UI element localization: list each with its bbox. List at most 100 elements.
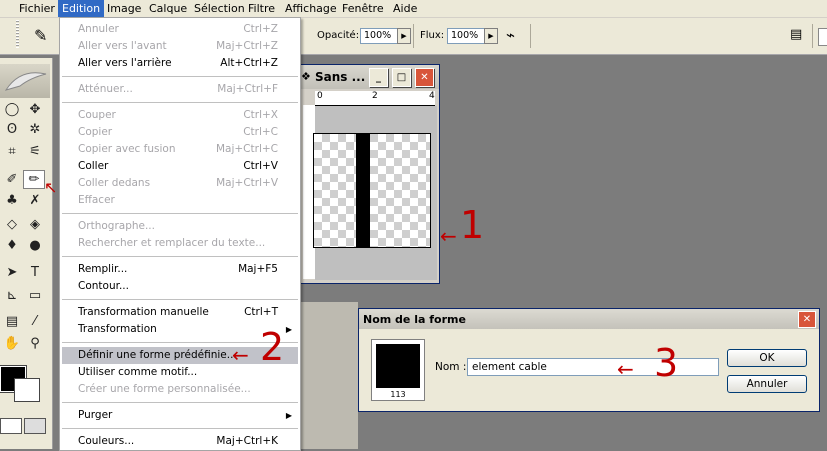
annotation-number-2: 2: [260, 325, 285, 369]
cancel-button[interactable]: Annuler: [727, 375, 807, 393]
eyedropper-icon[interactable]: ⁄: [24, 312, 46, 331]
menu-item-coller-dedans[interactable]: Coller dedans Maj+Ctrl+V: [62, 175, 298, 192]
magic-wand-icon[interactable]: ✲: [24, 120, 46, 139]
opacity-field[interactable]: 100%: [360, 28, 400, 44]
background-color-swatch[interactable]: [14, 378, 40, 402]
maximize-button[interactable]: □: [392, 68, 411, 87]
annotation-arrow-2: ←: [232, 343, 249, 367]
hand-tool-icon[interactable]: ✋: [1, 334, 23, 353]
menu-image[interactable]: Image: [103, 0, 145, 17]
brush-preset-icon[interactable]: ✎: [34, 26, 47, 45]
slice-tool-icon[interactable]: ⚟: [24, 142, 46, 161]
dodge-tool-icon[interactable]: ●: [24, 236, 46, 255]
menu-edition[interactable]: Edition: [58, 0, 105, 17]
annotation-number-3: 3: [654, 341, 679, 385]
opacity-arrow-button[interactable]: ▶: [397, 28, 411, 44]
shape-name-input[interactable]: element cable: [467, 358, 719, 376]
toolbar-grip[interactable]: [16, 20, 19, 48]
menu-separator: [62, 428, 298, 429]
flux-field[interactable]: 100%: [447, 28, 487, 44]
zoom-tool-icon[interactable]: ⚲: [24, 334, 46, 353]
paint-bucket-icon[interactable]: ◈: [24, 215, 46, 234]
palette-background: [298, 302, 358, 449]
ok-button[interactable]: OK: [727, 349, 807, 367]
menu-item-coller[interactable]: Coller Ctrl+V: [62, 158, 298, 175]
opacity-label: Opacité:: [317, 30, 360, 41]
shape-name-dialog: Nom de la forme ✕ 113 Nom : element cabl…: [358, 308, 820, 412]
submenu-arrow-icon: ▶: [285, 411, 292, 420]
menu-item-couper[interactable]: Couper Ctrl+X: [62, 107, 298, 124]
palette-well-icon[interactable]: ▤: [790, 27, 802, 42]
menu-fichier[interactable]: Fichier: [15, 0, 59, 17]
separator: [530, 24, 531, 48]
dialog-titlebar[interactable]: Nom de la forme ✕: [359, 309, 819, 329]
toolbox: ◯ ✥ ʘ ✲ ⌗ ⚟ ✐ ✏ ♣ ✗ ◇ ◈ ♦ ● ➤ T ⊾ ▭ ▤ ⁄ …: [0, 58, 53, 449]
menu-item-purger[interactable]: Purger ▶: [62, 407, 298, 424]
black-vertical-bar: [356, 134, 370, 247]
menu-calque[interactable]: Calque: [145, 0, 191, 17]
menu-affichage[interactable]: Affichage: [281, 0, 341, 17]
shape-size-number: 113: [390, 390, 406, 399]
flux-label: Flux:: [420, 30, 445, 41]
menu-item-creer-forme[interactable]: Créer une forme personnalisée...: [62, 381, 298, 398]
annotation-arrow-3: ←: [617, 357, 634, 381]
menu-item-orthographe[interactable]: Orthographe...: [62, 218, 298, 235]
shape-preview: [376, 344, 420, 388]
document-icon: ❖: [301, 70, 311, 83]
quickmask-mode-icon[interactable]: [24, 418, 46, 434]
menu-item-copier-fusion[interactable]: Copier avec fusion Maj+Ctrl+C: [62, 141, 298, 158]
stamp-tool-icon[interactable]: ♣: [1, 191, 23, 210]
annotation-number-1: 1: [460, 203, 485, 247]
lasso-tool-icon[interactable]: ʘ: [1, 120, 23, 139]
menu-aide[interactable]: Aide: [389, 0, 421, 17]
menu-item-copier[interactable]: Copier Ctrl+C: [62, 124, 298, 141]
ruler-mark: 4: [429, 91, 435, 101]
menu-item-aller-avant[interactable]: Aller vers l'avant Maj+Ctrl+Z: [62, 38, 298, 55]
submenu-arrow-icon: ▶: [285, 325, 292, 334]
dialog-close-button[interactable]: ✕: [798, 311, 816, 328]
document-titlebar[interactable]: ❖ Sans ... _ □ ✕: [299, 65, 439, 89]
menu-filtre[interactable]: Filtre: [244, 0, 279, 17]
blur-tool-icon[interactable]: ♦: [1, 236, 23, 255]
document-title: Sans ...: [315, 70, 366, 84]
menu-item-couleurs[interactable]: Couleurs... Maj+Ctrl+K: [62, 433, 298, 450]
standard-mode-icon[interactable]: [0, 418, 22, 434]
minimize-button[interactable]: _: [369, 68, 388, 87]
menu-item-annuler[interactable]: Annuler Ctrl+Z: [62, 21, 298, 38]
move-tool-icon[interactable]: ✥: [24, 100, 46, 119]
menu-separator: [62, 402, 298, 403]
airbrush-icon[interactable]: ⌁: [506, 26, 515, 44]
shape-thumbnail: 113: [371, 339, 425, 401]
menu-item-transformation-manuelle[interactable]: Transformation manuelle Ctrl+T: [62, 304, 298, 321]
document-window: ❖ Sans ... _ □ ✕ 0 2 4: [298, 64, 440, 284]
annotation-arrow-1: ←: [440, 224, 457, 248]
menu-separator: [62, 299, 298, 300]
path-selection-icon[interactable]: ➤: [1, 263, 23, 282]
menu-selection[interactable]: Sélection: [190, 0, 249, 17]
close-button[interactable]: ✕: [415, 68, 434, 87]
menu-separator: [62, 256, 298, 257]
menu-item-attenuer[interactable]: Atténuer... Maj+Ctrl+F: [62, 81, 298, 98]
menu-item-aller-arriere[interactable]: Aller vers l'arrière Alt+Ctrl+Z: [62, 55, 298, 72]
notes-tool-icon[interactable]: ▤: [1, 312, 23, 331]
crop-tool-icon[interactable]: ⌗: [1, 142, 23, 161]
flux-arrow-button[interactable]: ▶: [484, 28, 498, 44]
healing-brush-icon[interactable]: ✐: [1, 170, 23, 189]
feather-icon: [4, 72, 47, 91]
edition-menu: Annuler Ctrl+Z Aller vers l'avant Maj+Ctrl…: [59, 17, 301, 451]
marquee-tool-icon[interactable]: ◯: [1, 100, 23, 119]
menu-item-remplir[interactable]: Remplir... Maj+F5: [62, 261, 298, 278]
menu-item-effacer[interactable]: Effacer: [62, 192, 298, 209]
menu-item-contour[interactable]: Contour...: [62, 278, 298, 295]
menu-fenetre[interactable]: Fenêtre: [338, 0, 388, 17]
palette-panel-icon[interactable]: [818, 28, 827, 46]
feather-logo[interactable]: [0, 64, 50, 98]
canvas-transparent[interactable]: [313, 133, 431, 248]
pen-tool-icon[interactable]: ⊾: [1, 286, 23, 305]
separator: [812, 24, 813, 48]
menu-item-rechercher-remplacer[interactable]: Rechercher et remplacer du texte...: [62, 235, 298, 252]
shape-tool-icon[interactable]: ▭: [24, 286, 46, 305]
ruler-mark: 0: [317, 91, 323, 101]
eraser-tool-icon[interactable]: ◇: [1, 215, 23, 234]
type-tool-icon[interactable]: T: [24, 263, 46, 282]
